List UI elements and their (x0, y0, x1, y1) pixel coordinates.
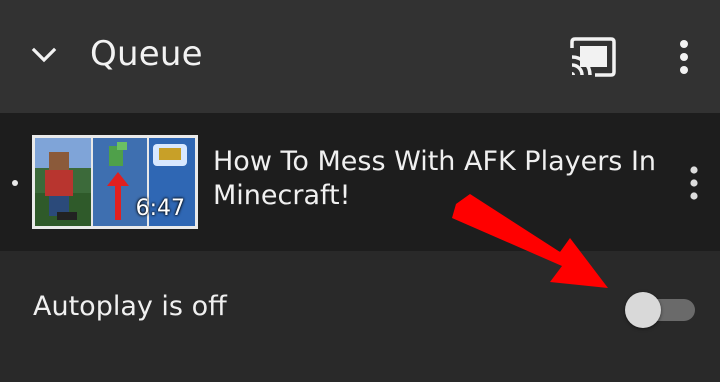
autoplay-toggle[interactable] (625, 292, 697, 328)
cast-icon[interactable] (567, 36, 619, 78)
more-vert-icon[interactable] (672, 38, 696, 78)
bullet-icon (12, 180, 18, 186)
chevron-down-icon[interactable] (30, 41, 58, 69)
autoplay-label: Autoplay is off (33, 291, 227, 322)
queue-title: Queue (90, 34, 203, 74)
video-title[interactable]: How To Mess With AFK Players In Minecraf… (213, 145, 663, 213)
more-vert-icon[interactable] (684, 163, 704, 203)
video-duration: 6:47 (135, 196, 185, 221)
toggle-knob (625, 292, 661, 328)
video-thumbnail[interactable]: 6:47 (32, 135, 198, 229)
